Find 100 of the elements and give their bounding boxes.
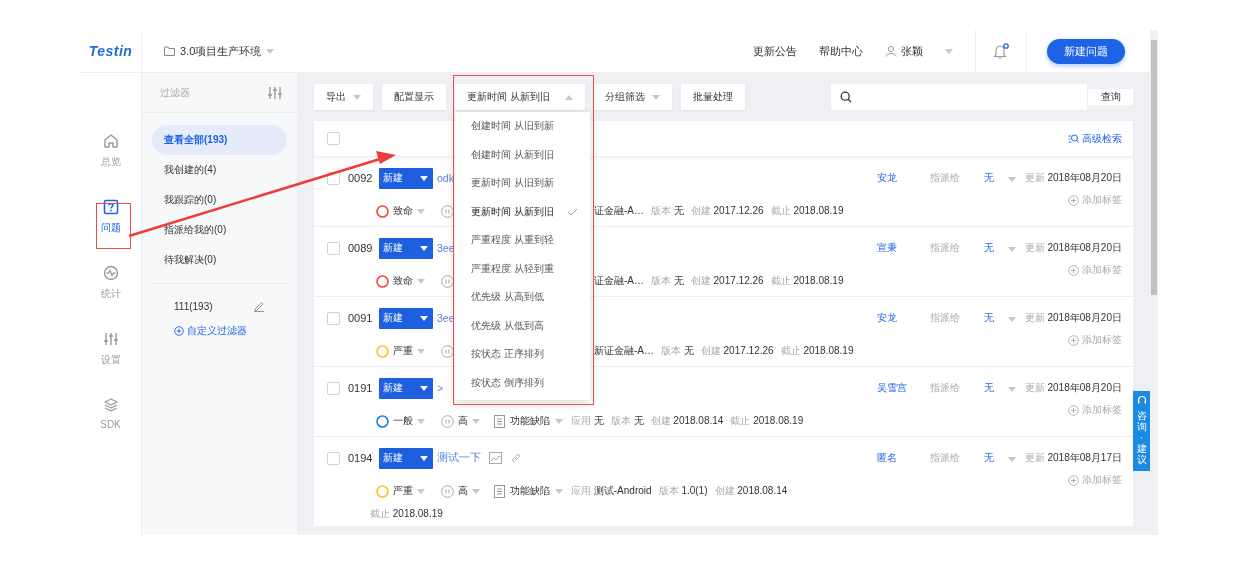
reporter-name: 吴雪宫 — [876, 381, 908, 395]
caret-icon — [353, 94, 361, 100]
caret-icon — [1007, 246, 1016, 252]
menu-item[interactable]: 优先级 从高到低 — [455, 283, 590, 312]
filter-item[interactable]: 待我解决(0) — [152, 245, 287, 275]
updated-date: 更新 2018年08月17日 — [1024, 451, 1122, 465]
caret-icon — [1007, 456, 1016, 462]
link-icon[interactable] — [510, 452, 522, 464]
assignee-dropdown[interactable]: 无 — [983, 311, 1008, 325]
menu-item[interactable]: 严重程度 从重到轻 — [455, 226, 590, 255]
menu-item[interactable]: 按状态 正序排列 — [455, 340, 590, 369]
menu-item[interactable]: 更新时间 从旧到新 — [455, 169, 590, 198]
header-link[interactable]: 帮助中心 — [819, 43, 863, 59]
row-checkbox[interactable] — [327, 381, 340, 395]
export-dropdown[interactable]: 导出 — [314, 84, 373, 110]
image-icon[interactable] — [489, 452, 502, 464]
document-icon — [494, 414, 505, 428]
severity-dropdown[interactable]: 严重 — [376, 484, 441, 498]
plus-circle-icon — [174, 326, 184, 336]
scrollbar[interactable] — [1150, 30, 1158, 535]
caret-icon — [417, 488, 425, 494]
issue-title-link[interactable]: odk — [437, 172, 454, 184]
user-icon — [885, 45, 897, 57]
pause-circle-icon — [441, 414, 454, 428]
type-dropdown[interactable]: 功能缺陷 — [494, 484, 571, 498]
saved-filter[interactable]: 111(193) — [174, 300, 213, 312]
header-link[interactable]: 更新公告 — [753, 43, 797, 59]
caret-icon — [420, 315, 428, 321]
type-dropdown[interactable]: 功能缺陷 — [494, 414, 571, 428]
issue-meta: 创建 2018.08.14 — [650, 414, 724, 428]
filter-item[interactable]: 查看全部(193) — [152, 125, 287, 155]
issue-meta: 创建 2017.12.26 — [700, 344, 774, 358]
menu-item[interactable]: 创建时间 从旧到新 — [455, 112, 590, 141]
filter-item[interactable]: 我创建的(4) — [152, 155, 287, 185]
caret-icon — [1007, 386, 1016, 392]
assignee-dropdown[interactable]: 无 — [983, 241, 1008, 255]
filter-title: 过滤器 — [160, 85, 190, 100]
project-name[interactable]: 3.0项目生产环境 — [180, 43, 262, 59]
menu-item[interactable]: 按状态 倒序排列 — [455, 368, 590, 397]
issue-meta: 版本 1.0(1) — [658, 484, 708, 498]
issue-title-link[interactable]: 测试一下 — [437, 451, 481, 465]
sort-dropdown[interactable]: 更新时间 从新到旧 — [455, 84, 585, 110]
notification-bell-icon[interactable] — [993, 42, 1009, 60]
scrollbar-thumb[interactable] — [1151, 40, 1157, 295]
filter-item[interactable]: 我跟踪的(0) — [152, 185, 287, 215]
user-name[interactable]: 张颖 — [901, 43, 923, 59]
status-dropdown[interactable]: 新建 — [379, 167, 433, 189]
search-icon — [1068, 133, 1079, 144]
status-dropdown[interactable]: 新建 — [379, 237, 433, 259]
priority-dropdown[interactable]: 高 — [441, 484, 494, 498]
issue-title-link[interactable]: 3ee — [437, 242, 455, 254]
nav-item[interactable]: 问题 — [88, 199, 133, 235]
caret-icon — [420, 385, 428, 391]
issue-meta: 版本 无 — [651, 204, 684, 218]
severity-dropdown[interactable]: 严重 — [376, 344, 441, 358]
issue-meta: 截止 2018.08.19 — [370, 508, 443, 519]
status-dropdown[interactable]: 新建 — [379, 447, 433, 469]
headset-icon — [1136, 395, 1147, 406]
select-all-checkbox[interactable] — [327, 132, 340, 145]
pause-circle-icon — [441, 274, 454, 288]
issue-meta: 应用 无 — [571, 414, 604, 428]
plus-circle-icon — [1068, 194, 1079, 206]
severity-dropdown[interactable]: 致命 — [376, 204, 441, 218]
assignee-dropdown[interactable]: 无 — [983, 451, 1008, 465]
group-filter-dropdown[interactable]: 分组筛选 — [593, 84, 672, 110]
severity-dropdown[interactable]: 致命 — [376, 274, 441, 288]
row-checkbox[interactable] — [327, 451, 340, 465]
search-icon — [840, 91, 852, 103]
menu-item[interactable]: 创建时间 从新到旧 — [455, 140, 590, 169]
issue-meta: 新证金融-A… — [594, 344, 654, 358]
issue-title-link[interactable]: > — [437, 382, 444, 394]
assignee-dropdown[interactable]: 无 — [983, 171, 1008, 185]
updated-date: 更新 2018年08月20日 — [1024, 171, 1122, 185]
menu-item[interactable]: 严重程度 从轻到重 — [455, 254, 590, 283]
reporter-name: 安龙 — [876, 171, 898, 185]
row-checkbox[interactable] — [327, 311, 340, 325]
caret-icon — [945, 48, 953, 54]
sliders-icon[interactable] — [267, 84, 283, 101]
priority-dropdown[interactable]: 高 — [441, 414, 494, 428]
severity-dropdown[interactable]: 一般 — [376, 414, 441, 428]
caret-icon — [266, 48, 275, 54]
status-dropdown[interactable]: 新建 — [379, 377, 433, 399]
feedback-tab[interactable]: 咨询·建议 — [1133, 391, 1150, 471]
status-dropdown[interactable]: 新建 — [379, 307, 433, 329]
add-filter-link[interactable]: 自定义过滤器 — [152, 318, 287, 344]
pencil-icon[interactable] — [253, 300, 265, 312]
caret-icon — [472, 418, 480, 424]
menu-item[interactable]: 优先级 从低到高 — [455, 311, 590, 340]
batch-process-button[interactable]: 批量处理 — [681, 84, 745, 110]
row-checkbox[interactable] — [327, 241, 340, 255]
menu-item[interactable]: 更新时间 从新到旧 — [455, 197, 590, 226]
new-issue-button[interactable]: 新建问题 — [1047, 38, 1125, 64]
issue-meta: 截止 2018.08.19 — [780, 344, 854, 358]
issue-title-link[interactable]: 3ee — [437, 312, 455, 324]
assignee-dropdown[interactable]: 无 — [983, 381, 1008, 395]
config-display-button[interactable]: 配置显示 — [382, 84, 446, 110]
search-button[interactable]: 查询 — [1087, 89, 1133, 105]
advanced-search-link[interactable]: 高级检索 — [1068, 131, 1122, 146]
assign-label: 指派给 — [929, 381, 961, 395]
filter-item[interactable]: 指派给我的(0) — [152, 215, 287, 245]
